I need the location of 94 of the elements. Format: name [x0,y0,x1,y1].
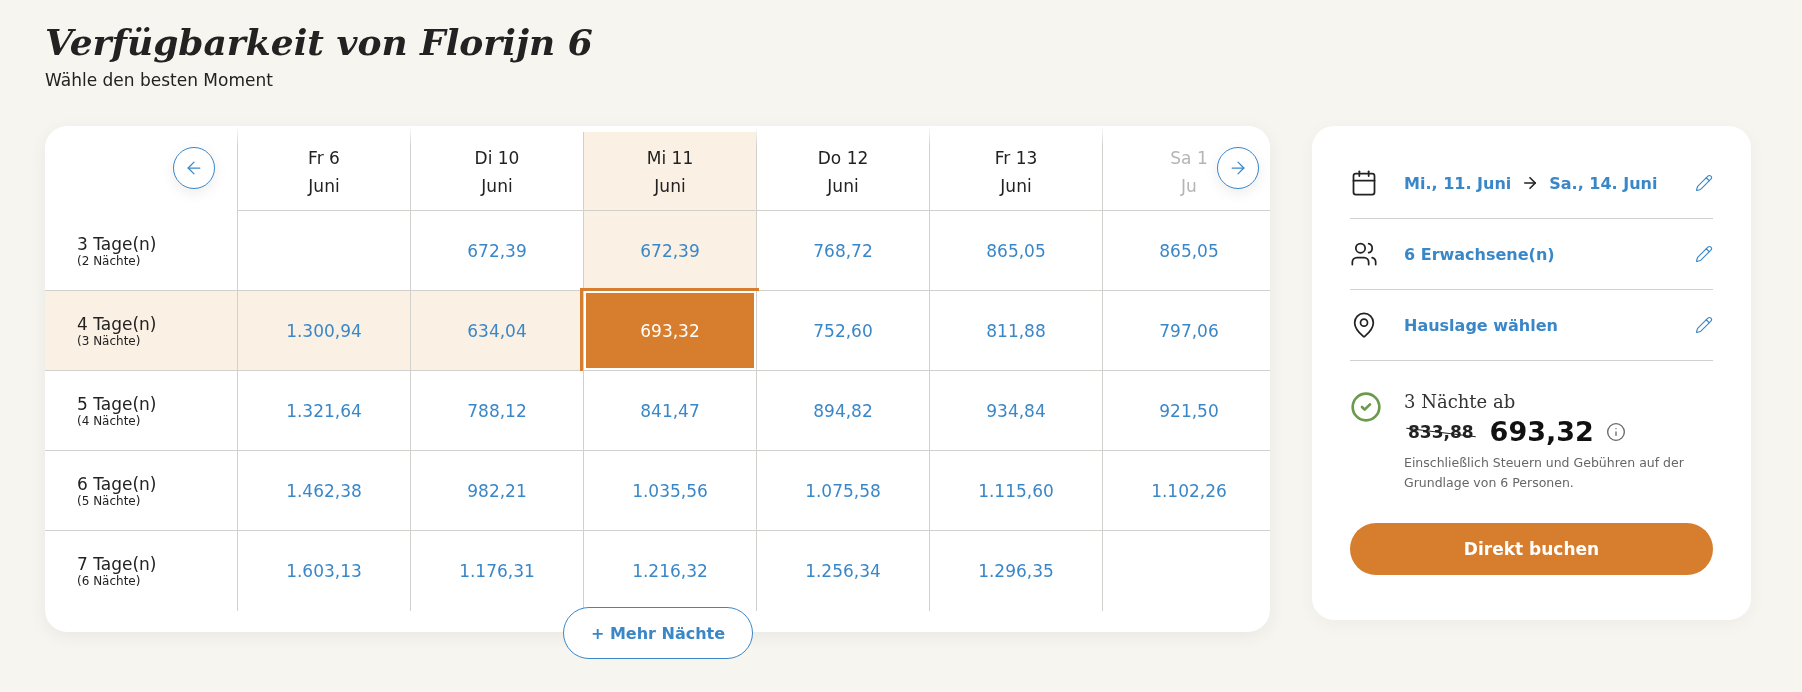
days-text: 5 Tage(n) [77,393,158,414]
page-title: Verfügbarkeit von Florijn 6 [45,20,594,64]
price-cell[interactable]: 1.075,58 [756,451,929,531]
weekday-label: Mi 11 [646,147,694,169]
edit-icon[interactable] [1695,316,1713,334]
days-text: 6 Tage(n) [77,473,158,494]
price-text: 865,05 [1159,240,1219,261]
month-label: Juni [481,175,513,197]
price-cell[interactable] [1102,531,1270,611]
edit-icon[interactable] [1695,174,1713,192]
price-text: 894,82 [813,400,873,421]
weekday-label: Sa 1 [1170,147,1208,169]
price-note: Einschließlich Steuern und Gebühren auf der Grundlage von 6 Personen. [1404,454,1685,492]
price-text: 1.296,35 [978,561,1054,581]
current-price: 693,32 [1489,416,1594,447]
more-nights-button[interactable]: + Mehr Nächte [563,607,753,659]
price-cell[interactable]: 865,05 [929,211,1102,291]
price-text: 1.216,32 [632,561,708,581]
price-text: 672,39 [640,240,700,261]
price-text: 865,05 [986,240,1046,261]
price-cell[interactable]: 841,47 [583,371,756,451]
price-text: 982,21 [467,480,527,501]
weekday-label: Fr 13 [994,147,1038,169]
price-cell[interactable]: 894,82 [756,371,929,451]
price-text: 1.462,38 [286,480,362,501]
price-cell[interactable]: 921,50 [1102,371,1270,451]
month-label: Ju [1181,175,1197,197]
people-icon [1350,240,1378,268]
price-text: 1.115,60 [978,480,1054,501]
price-cell[interactable]: 752,60 [756,291,929,371]
price-cell[interactable]: 1.321,64 [237,371,410,451]
price-text: 672,39 [467,240,527,261]
nights-text: (6 Nächte) [77,574,142,588]
price-cell[interactable]: 865,05 [1102,211,1270,291]
month-label: Juni [1000,175,1032,197]
page-subtitle: Wähle den besten Moment [45,70,274,90]
month-label: Juni [654,175,686,197]
nights-text: (4 Nächte) [77,413,141,428]
price-cell[interactable]: 634,04 [410,291,583,371]
price-cell[interactable] [237,211,410,291]
price-text: 1.035,56 [632,480,708,501]
price-cell[interactable]: 1.300,94 [237,291,410,371]
weekday-label: Fr 6 [308,147,340,169]
price-text: 1.603,13 [286,561,362,581]
price-cell[interactable]: 672,39 [410,211,583,291]
days-text: 3 Tage(n) [77,233,158,254]
price-cell[interactable]: 672,39 [583,211,756,291]
price-cell[interactable]: 811,88 [929,291,1102,371]
date-column-header[interactable]: Mi 11 Juni [583,132,756,211]
price-text: 752,60 [813,320,873,341]
price-cell[interactable]: 788,12 [410,371,583,451]
price-text: 693,32 [640,320,700,341]
days-text: 7 Tage(n) [77,554,158,574]
guests-link[interactable]: 6 Erwachsene(n) [1404,244,1555,264]
nights-text: (3 Nächte) [77,333,141,348]
weekday-label: Di 10 [474,147,520,169]
price-text: 1.300,94 [286,320,362,341]
nights-text: (2 Nächte) [77,253,141,268]
nights-text: (5 Nächte) [77,493,141,508]
nights-from-text: 3 Nächte ab [1404,391,1517,412]
price-text: 811,88 [986,320,1046,341]
month-label: Juni [308,175,340,197]
price-text: 1.176,31 [459,561,535,581]
price-cell[interactable]: 1.462,38 [237,451,410,531]
price-cell[interactable]: 797,06 [1102,291,1270,371]
price-cell[interactable]: 1.035,56 [583,451,756,531]
price-cell[interactable]: 934,84 [929,371,1102,451]
price-text: 788,12 [467,400,527,421]
price-text: 634,04 [467,320,527,341]
arrival-date-link[interactable]: Mi., 11. Juni [1404,173,1512,193]
location-link[interactable]: Hauslage wählen [1404,315,1558,335]
selected-price-cell[interactable]: 693,32 [583,291,756,371]
price-text: 797,06 [1159,320,1219,341]
calendar-icon [1350,169,1378,197]
info-icon[interactable] [1605,421,1626,442]
price-cell[interactable]: 982,21 [410,451,583,531]
weekday-label: Do 12 [817,147,869,169]
edit-icon[interactable] [1695,245,1713,263]
price-cell[interactable]: 768,72 [756,211,929,291]
price-text: 841,47 [640,400,700,421]
price-text: 1.075,58 [805,480,881,501]
price-text: 934,84 [986,400,1046,421]
price-cell[interactable]: 1.115,60 [929,451,1102,531]
price-text: 1.102,26 [1151,480,1227,501]
price-cell[interactable]: 1.102,26 [1102,451,1270,531]
price-text: 921,50 [1159,400,1219,421]
book-now-button[interactable]: Direkt buchen [1350,523,1713,575]
month-label: Juni [827,175,859,197]
price-text: 1.256,34 [805,561,881,581]
price-text: 1.321,64 [286,400,362,421]
departure-date-link[interactable]: Sa., 14. Juni [1549,173,1658,193]
days-text: 4 Tage(n) [77,313,158,334]
price-text: 768,72 [813,240,873,261]
check-circle-icon [1350,391,1382,423]
